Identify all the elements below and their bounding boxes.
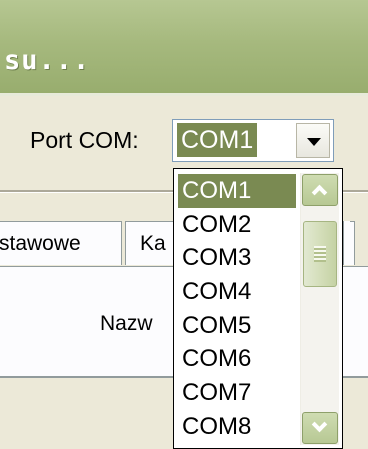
scroll-down-icon bbox=[311, 416, 328, 433]
port-com-combobox[interactable]: COM1 bbox=[172, 119, 334, 162]
grip-icon bbox=[314, 246, 326, 262]
dropdown-scrollbar[interactable] bbox=[300, 173, 339, 445]
title-bar[interactable]: su... bbox=[0, 0, 368, 93]
tab-third-edge[interactable] bbox=[343, 221, 350, 265]
dropdown-option-com2[interactable]: COM2 bbox=[178, 208, 296, 242]
combo-dropdown-button[interactable] bbox=[296, 123, 330, 158]
tab-second-label: Ka bbox=[140, 232, 166, 255]
window-title: su... bbox=[4, 45, 91, 76]
dialog-window: su... Port COM: COM1 stawowe Ka Nazw COM… bbox=[0, 0, 368, 449]
port-com-label: Port COM: bbox=[30, 127, 139, 153]
dropdown-option-com7[interactable]: COM7 bbox=[178, 376, 296, 410]
scroll-down-button[interactable] bbox=[302, 412, 338, 444]
dropdown-option-com4[interactable]: COM4 bbox=[178, 275, 296, 309]
dropdown-option-com5[interactable]: COM5 bbox=[178, 309, 296, 343]
dropdown-option-com8[interactable]: COM8 bbox=[178, 410, 296, 444]
dropdown-option-com3[interactable]: COM3 bbox=[178, 241, 296, 275]
scrollbar-thumb[interactable] bbox=[303, 221, 337, 287]
port-com-selected-value[interactable]: COM1 bbox=[175, 122, 259, 158]
chevron-down-icon bbox=[307, 138, 321, 146]
name-label: Nazw bbox=[100, 312, 153, 335]
dropdown-option-com6[interactable]: COM6 bbox=[178, 342, 296, 376]
dropdown-options: COM1 COM2 COM3 COM4 COM5 COM6 COM7 COM8 bbox=[178, 174, 296, 444]
tab-general[interactable]: stawowe bbox=[0, 221, 122, 265]
scroll-up-button[interactable] bbox=[302, 174, 338, 206]
tab-general-label: stawowe bbox=[0, 232, 81, 255]
port-com-dropdown-list[interactable]: COM1 COM2 COM3 COM4 COM5 COM6 COM7 COM8 bbox=[173, 168, 343, 449]
dropdown-option-com1[interactable]: COM1 bbox=[178, 174, 296, 208]
scroll-up-icon bbox=[311, 184, 328, 201]
